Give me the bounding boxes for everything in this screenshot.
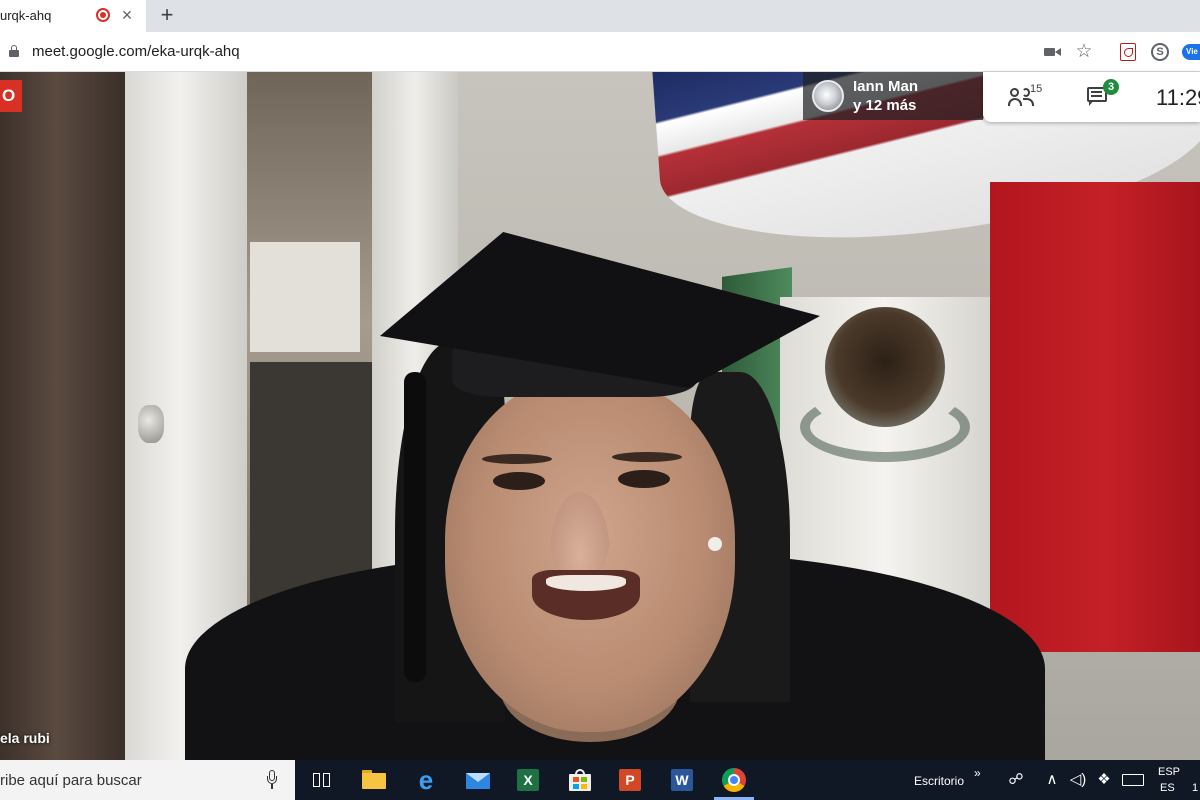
- dropbox-icon[interactable]: ❖: [1094, 770, 1114, 790]
- earring: [708, 537, 722, 551]
- lock-icon[interactable]: [9, 45, 19, 57]
- volume-icon[interactable]: ◁): [1068, 770, 1088, 790]
- people-tray-icon[interactable]: ☍: [1006, 770, 1026, 790]
- mexico-flag-red: [990, 182, 1200, 652]
- recording-indicator-icon: [96, 8, 110, 22]
- camera-permission-icon[interactable]: [1042, 41, 1064, 63]
- browser-tab-strip: urqk-ahq × +: [0, 0, 1200, 32]
- emblem-wreath: [800, 392, 970, 462]
- search-placeholder: ribe aquí para buscar: [0, 772, 142, 789]
- recording-badge: O: [0, 80, 22, 112]
- word-app-icon[interactable]: W: [668, 766, 696, 794]
- bookmark-star-icon[interactable]: ☆: [1073, 41, 1095, 63]
- browser-tab-meet[interactable]: urqk-ahq ×: [0, 0, 146, 32]
- speaker-name: Iann Man: [853, 78, 919, 95]
- teeth: [546, 575, 626, 591]
- pdf-extension-icon[interactable]: [1117, 41, 1139, 63]
- left-eye: [493, 472, 545, 490]
- taskbar-search-box[interactable]: ribe aquí para buscar: [0, 760, 295, 800]
- right-eye: [618, 470, 670, 488]
- background-door: [0, 72, 125, 760]
- skype-extension-icon[interactable]: S: [1149, 41, 1171, 63]
- edge-browser-icon[interactable]: e: [412, 766, 440, 794]
- new-tab-button[interactable]: +: [154, 2, 180, 28]
- browser-toolbar: meet.google.com/eka-urqk-ahq ☆ S Vie: [0, 32, 1200, 72]
- meet-top-right-bar: 15 3 11:29: [983, 72, 1200, 122]
- participant-name-label: ela rubi: [0, 730, 50, 746]
- task-view-icon[interactable]: [308, 766, 336, 794]
- taskbar-clock[interactable]: 1: [1192, 782, 1198, 794]
- view-extension-icon[interactable]: Vie: [1182, 41, 1200, 63]
- desktop-toolbar-expand-icon[interactable]: »: [974, 766, 981, 780]
- touch-keyboard-icon[interactable]: [1120, 770, 1146, 790]
- show-hidden-icons-icon[interactable]: ∧: [1044, 770, 1060, 790]
- main-video-tile: ela rubi: [0, 72, 1200, 760]
- right-eyebrow: [612, 452, 682, 462]
- powerpoint-app-icon[interactable]: P: [616, 766, 644, 794]
- active-speaker-indicator[interactable]: Iann Man y 12 más: [803, 72, 983, 120]
- excel-app-icon[interactable]: X: [514, 766, 542, 794]
- chrome-app-icon[interactable]: [720, 766, 748, 794]
- input-language-region[interactable]: ES: [1160, 782, 1175, 794]
- cap-tassel: [404, 372, 426, 682]
- windows-taskbar: ribe aquí para buscar e X P W Escritorio…: [0, 760, 1200, 800]
- tab-title: urqk-ahq: [0, 8, 52, 23]
- shelf-box: [250, 242, 360, 352]
- file-explorer-icon[interactable]: [360, 766, 388, 794]
- left-eyebrow: [482, 454, 552, 464]
- address-bar-url[interactable]: meet.google.com/eka-urqk-ahq: [32, 43, 240, 60]
- input-language-code[interactable]: ESP: [1158, 766, 1180, 778]
- participants-count: 15: [1030, 83, 1043, 95]
- speaker-avatar: [812, 80, 844, 112]
- meet-clock: 11:29: [1156, 85, 1200, 110]
- tab-close-icon[interactable]: ×: [118, 4, 136, 26]
- mail-app-icon[interactable]: [464, 766, 492, 794]
- door-knob: [138, 405, 164, 443]
- unread-messages-badge: 3: [1103, 79, 1119, 95]
- desktop-toolbar-label[interactable]: Escritorio: [914, 774, 964, 788]
- speaker-others-count: y 12 más: [853, 97, 917, 114]
- microphone-icon[interactable]: [266, 770, 278, 790]
- nose: [550, 492, 610, 582]
- store-app-icon[interactable]: [566, 766, 594, 794]
